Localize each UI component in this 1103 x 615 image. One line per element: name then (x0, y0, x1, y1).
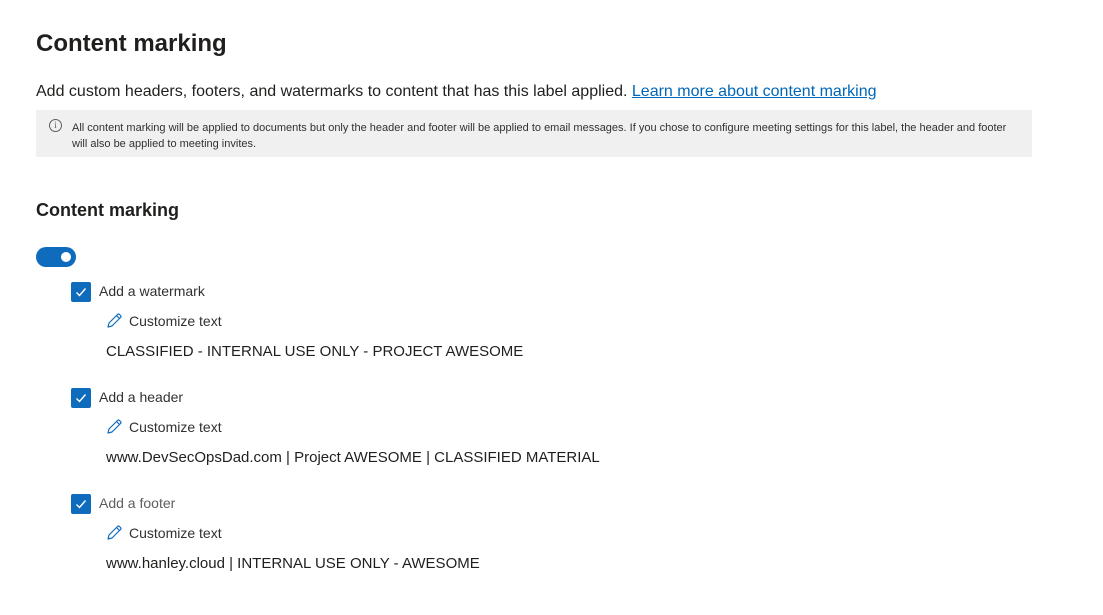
footer-label: Add a footer (99, 495, 176, 511)
watermark-checkbox[interactable] (71, 282, 91, 302)
info-message-bar: i All content marking will be applied to… (36, 110, 1032, 157)
footer-checkbox[interactable] (71, 494, 91, 514)
checkmark-icon (76, 500, 87, 509)
pencil-icon (107, 525, 122, 540)
section-title: Content marking (36, 200, 180, 220)
checkmark-icon (76, 394, 87, 403)
pencil-icon (107, 419, 122, 434)
watermark-label: Add a watermark (99, 283, 205, 299)
learn-more-link[interactable]: Learn more about content marking (632, 83, 877, 100)
customize-text-label: Customize text (129, 525, 222, 541)
header-checkbox[interactable] (71, 388, 91, 408)
checkmark-icon (76, 288, 87, 297)
header-label: Add a header (99, 389, 184, 405)
content-marking-toggle[interactable] (36, 247, 76, 267)
intro-text: Add custom headers, footers, and waterma… (36, 83, 628, 100)
watermark-value: CLASSIFIED - INTERNAL USE ONLY - PROJECT… (106, 343, 524, 360)
info-message-text: All content marking will be applied to d… (72, 122, 1007, 150)
info-icon: i (49, 119, 62, 132)
pencil-icon (107, 313, 122, 328)
footer-value: www.hanley.cloud | INTERNAL USE ONLY - A… (106, 555, 480, 572)
customize-text-label: Customize text (129, 313, 222, 329)
page-title: Content marking (36, 30, 227, 57)
header-value: www.DevSecOpsDad.com | Project AWESOME |… (106, 449, 600, 466)
customize-text-label: Customize text (129, 419, 222, 435)
toggle-knob (61, 252, 71, 262)
intro-paragraph: Add custom headers, footers, and waterma… (36, 83, 877, 101)
